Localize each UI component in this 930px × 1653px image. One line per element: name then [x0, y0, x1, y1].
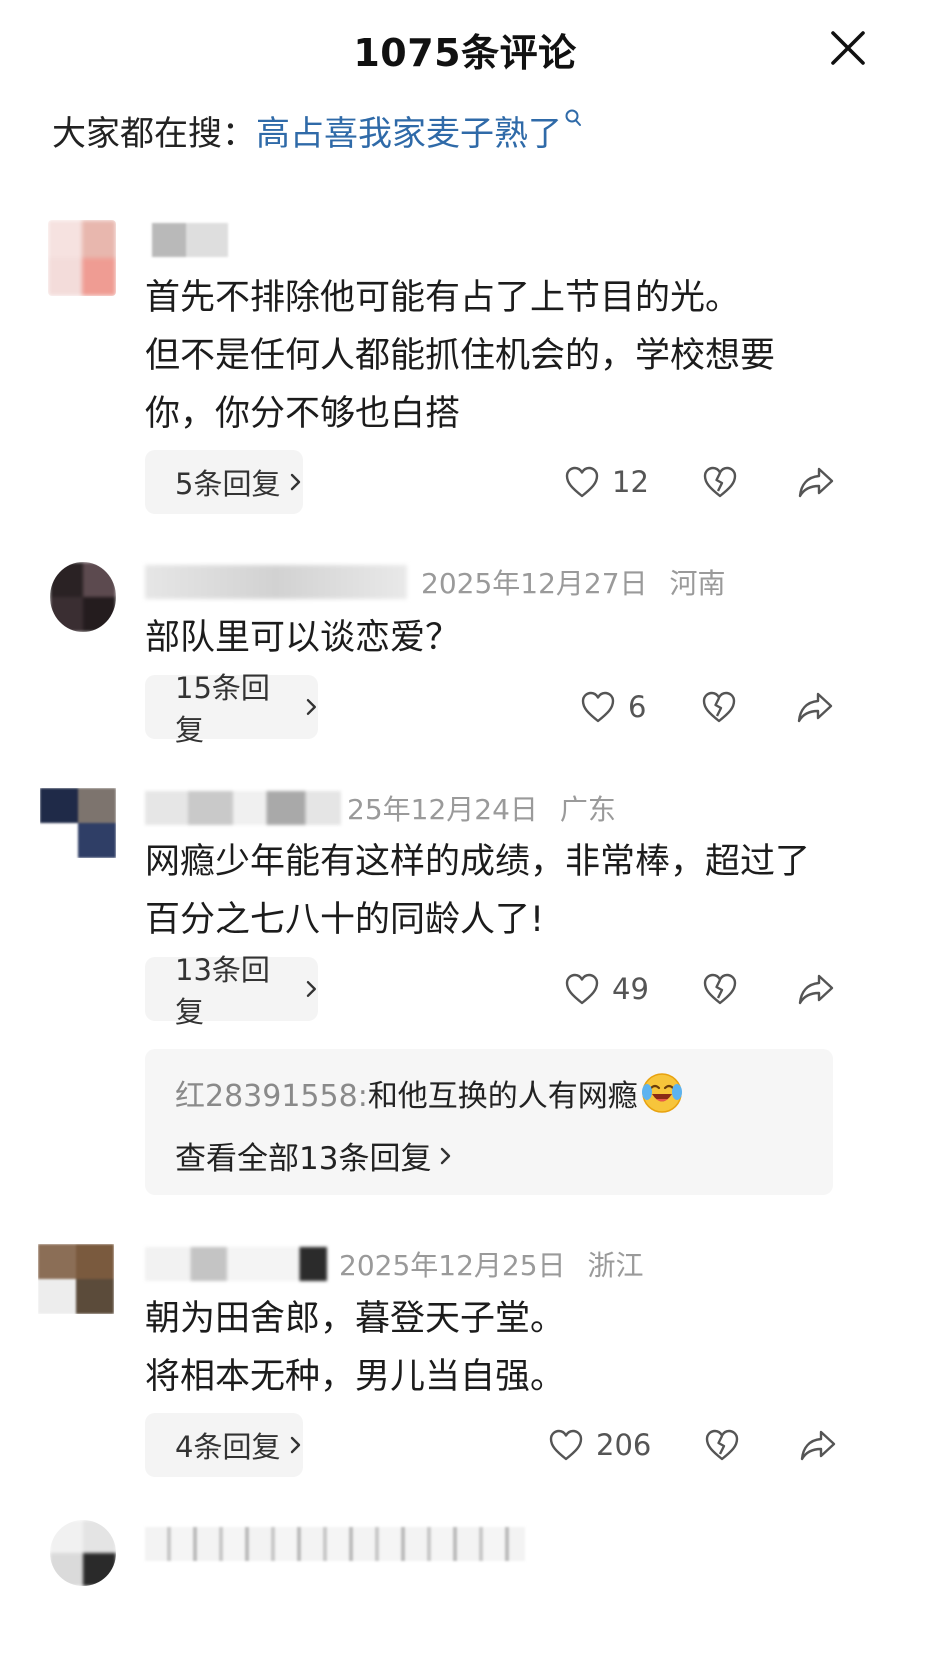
comment-location: 浙江: [587, 1249, 644, 1282]
reply-author[interactable]: 红28391558:: [175, 1071, 368, 1115]
like-count: 49: [612, 972, 649, 1006]
dislike-button[interactable]: [701, 972, 739, 1006]
comment-meta: [145, 1522, 539, 1566]
share-icon: [797, 692, 833, 723]
like-count: 6: [628, 690, 647, 724]
avatar[interactable]: [50, 562, 116, 632]
share-icon: [801, 1430, 836, 1461]
view-replies-button[interactable]: 5条回复: [145, 450, 303, 514]
comment-date: 25年12月24日: [347, 793, 538, 826]
search-suggestion-text: 高占喜我家麦子熟了: [256, 113, 562, 154]
share-button[interactable]: [796, 690, 834, 724]
view-all-replies-label: 查看全部13条回复: [175, 1141, 432, 1177]
comment-text: 首先不排除他可能有占了上节目的光。 但不是任何人都能抓住机会的，学校想要你，你分…: [145, 278, 776, 434]
reply-preview-line: 红28391558: 和他互换的人有网瘾: [175, 1071, 684, 1115]
username[interactable]: [145, 791, 341, 825]
reply-text: 和他互换的人有网瘾: [367, 1079, 638, 1114]
dislike-button[interactable]: [701, 465, 739, 499]
username[interactable]: [152, 223, 228, 257]
like-button[interactable]: 206: [548, 1428, 651, 1462]
heart-icon: [565, 466, 599, 498]
search-suggestion-link[interactable]: 高占喜我家麦子熟了: [256, 106, 582, 155]
share-button[interactable]: [797, 972, 835, 1006]
dislike-button[interactable]: [703, 1428, 741, 1462]
share-button[interactable]: [797, 465, 835, 499]
comment-text: 部队里可以谈恋爱？: [145, 618, 461, 658]
heart-icon: [581, 691, 615, 723]
avatar[interactable]: [40, 788, 116, 858]
username[interactable]: [145, 1247, 327, 1281]
share-button[interactable]: [799, 1428, 837, 1462]
comment-actions: 49: [564, 957, 835, 1021]
reply-count-label: 15条回复: [175, 671, 270, 747]
comment-text: 网瘾少年能有这样的成绩，非常棒，超过了百分之七八十的同龄人了!: [145, 842, 811, 940]
like-count: 12: [612, 465, 649, 499]
heart-icon: [549, 1429, 583, 1461]
comment-actions: 6: [580, 675, 834, 739]
chevron-right-icon: [291, 473, 301, 491]
comment-location: 河南: [669, 567, 726, 600]
header: 1075条评论: [0, 0, 930, 100]
view-replies-button[interactable]: 4条回复: [145, 1413, 303, 1477]
view-replies-button[interactable]: 15条回复: [145, 671, 318, 747]
share-icon: [798, 467, 834, 498]
broken-heart-icon: [703, 466, 737, 498]
like-button[interactable]: 49: [564, 972, 649, 1006]
share-icon: [798, 974, 834, 1005]
avatar[interactable]: [38, 1244, 114, 1314]
username[interactable]: [145, 565, 407, 599]
search-suggestion-label: 大家都在搜：: [52, 113, 256, 154]
close-button[interactable]: [828, 28, 868, 68]
comment-meta: 25年12月24日 广东: [145, 786, 616, 830]
reply-count-label: 13条回复: [175, 953, 270, 1029]
page-title: 1075条评论: [353, 31, 577, 75]
dislike-button[interactable]: [700, 690, 738, 724]
reply-count-label: 4条回复: [175, 1430, 281, 1464]
comment-actions: 12: [564, 450, 835, 514]
close-icon: [831, 31, 865, 65]
broken-heart-icon: [703, 973, 737, 1005]
like-button[interactable]: 12: [564, 465, 649, 499]
reply-count-label: 5条回复: [175, 467, 281, 501]
comment-meta: [152, 218, 242, 262]
like-count: 206: [596, 1428, 652, 1462]
view-all-replies-link[interactable]: 查看全部13条回复: [175, 1133, 453, 1178]
chevron-right-icon: [441, 1147, 451, 1164]
search-suggestion: 大家都在搜： 高占喜我家麦子熟了: [52, 100, 582, 160]
chevron-right-icon: [291, 1436, 301, 1454]
comment-actions: 206: [548, 1413, 837, 1477]
search-icon: [565, 109, 581, 126]
avatar[interactable]: [50, 1520, 116, 1586]
avatar[interactable]: [48, 220, 116, 296]
heart-icon: [565, 973, 599, 1005]
broken-heart-icon: [702, 691, 736, 723]
comment-date: 2025年12月27日: [421, 567, 648, 600]
laughing-crying-emoji: [641, 1073, 682, 1113]
reply-preview[interactable]: 红28391558: 和他互换的人有网瘾 查看全部13条回复: [145, 1049, 833, 1195]
comment-meta: 2025年12月27日 河南: [145, 560, 726, 604]
broken-heart-icon: [706, 1429, 739, 1461]
comment-date: 2025年12月25日: [339, 1249, 566, 1282]
chevron-right-icon: [307, 698, 317, 716]
username[interactable]: [145, 1527, 525, 1561]
comment-location: 广东: [559, 793, 616, 826]
comment-meta: 2025年12月25日 浙江: [145, 1242, 644, 1286]
comment-text: 朝为田舍郎，暮登天子堂。 将相本无种，男儿当自强。: [145, 1299, 566, 1397]
chevron-right-icon: [307, 980, 317, 998]
view-replies-button[interactable]: 13条回复: [145, 953, 318, 1029]
like-button[interactable]: 6: [580, 690, 648, 724]
